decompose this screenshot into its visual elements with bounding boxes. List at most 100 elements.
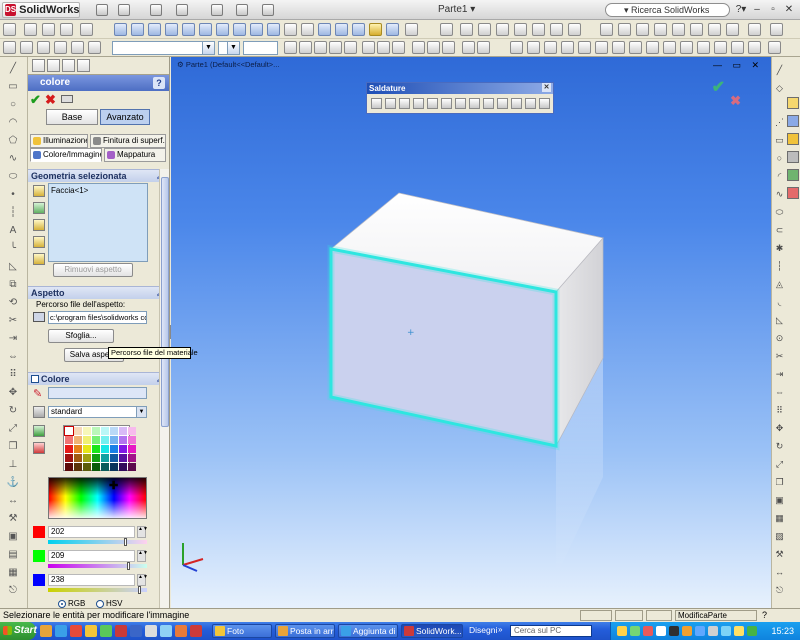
slider-thumb[interactable] [127,562,131,570]
select-body-icon[interactable] [33,219,45,231]
line-color-icon[interactable] [442,41,455,54]
sketch-hatch-icon[interactable]: ▨ [774,531,785,542]
weldment-tool-icon[interactable] [399,98,410,109]
quicklaunch-ie-icon[interactable] [55,625,67,637]
pin-icon[interactable] [61,95,73,103]
feature-5-icon[interactable] [514,23,527,36]
sketch-centerline-icon[interactable]: ┆ [774,261,785,272]
view-dimetric-icon[interactable] [267,23,280,36]
color-swatch[interactable] [128,445,136,453]
color-swatch[interactable] [92,436,100,444]
extend-tool-icon[interactable]: ⇥ [6,333,20,345]
tool-f-icon[interactable] [88,41,101,54]
style-select[interactable]: ▼ [218,41,240,55]
sketch-pattern-icon[interactable]: ⠿ [774,405,785,416]
channel-g-value[interactable]: 209 [48,550,135,562]
color-swatch[interactable] [74,427,82,435]
point-tool-icon[interactable]: • [6,189,20,201]
color-swatch[interactable] [101,436,109,444]
quicklaunch-word-icon[interactable] [130,625,142,637]
task-solidworks[interactable]: SolidWork... [401,624,463,638]
task-pane-home-icon[interactable] [787,97,799,109]
advanced-mode-button[interactable]: Avanzato [100,109,150,125]
color-swatch[interactable] [92,445,100,453]
zebra-icon[interactable] [697,41,710,54]
color-swatch[interactable] [128,463,136,471]
fix-tool-icon[interactable]: ⚓ [6,477,20,489]
channel-g-slider[interactable] [48,564,147,568]
quicklaunch-firefox-icon[interactable] [175,625,187,637]
task-pane-files-icon[interactable] [787,133,799,145]
color-swatch[interactable] [83,436,91,444]
ok-checkmark-icon[interactable]: ✔ [30,92,41,108]
color-swatch[interactable] [110,463,118,471]
view-right-icon[interactable] [182,23,195,36]
confirm-corner-check-icon[interactable]: ✔ [712,77,725,97]
task-mail[interactable]: Posta in arri... [275,624,335,638]
chevron-right-icon[interactable]: » [498,625,502,634]
align-left-icon[interactable] [362,41,375,54]
trim-tool-icon[interactable]: ✂ [6,315,20,327]
weldments-toolbar[interactable]: Saldature ✕ [366,82,554,114]
section-view-icon[interactable] [386,23,399,36]
relation-tool-icon[interactable]: ⊥ [6,459,20,471]
slider-thumb[interactable] [124,538,128,546]
appearance-section-header[interactable]: Aspetto︽ [28,286,169,299]
eyedropper-icon[interactable]: ✎ [33,387,42,400]
weldment-tool-icon[interactable] [385,98,396,109]
task-disegni[interactable]: Disegni [469,625,497,635]
color-swatch[interactable] [74,463,82,471]
measure-icon[interactable] [578,41,591,54]
shaded-icon[interactable] [369,23,382,36]
minimize-icon[interactable]: – [751,3,763,16]
sketch-rotate-icon[interactable]: ↻ [774,441,785,452]
weldment-tool-icon[interactable] [371,98,382,109]
remove-appearance-button[interactable]: Rimuovi aspetto [53,263,133,277]
font-icon[interactable] [284,41,297,54]
sketch-trim-icon[interactable]: ✂ [774,351,785,362]
appearance-manager-tab-icon[interactable] [77,59,90,72]
list-item[interactable]: Faccia<1> [51,186,145,195]
task-pane-library-icon[interactable] [787,115,799,127]
color-swatch[interactable] [101,454,109,462]
channel-r-value[interactable]: 202 [48,526,135,538]
grid-tool-icon[interactable]: ▦ [6,567,20,579]
line-style-icon[interactable] [412,41,425,54]
quicklaunch-media-icon[interactable] [100,625,112,637]
sketch-arc-icon[interactable]: ◜ [774,171,785,182]
zoom-fit-icon[interactable] [284,23,297,36]
task-pane-appearances-icon[interactable] [787,169,799,181]
tab-color-image[interactable]: Colore/Immagine [30,148,102,162]
viewport-window-buttons[interactable]: — ▭ ✕ [713,60,763,71]
color-swatch[interactable] [119,445,127,453]
weldment-tool-icon[interactable] [497,98,508,109]
color-swatch[interactable] [64,426,74,436]
sketch-line-icon[interactable]: ╱ [774,65,785,76]
align-right-icon[interactable] [392,41,405,54]
tray-icon[interactable] [669,626,679,636]
weldment-tool-icon[interactable] [483,98,494,109]
slider-thumb[interactable] [138,586,142,594]
sketch-move-icon[interactable]: ✥ [774,423,785,434]
sketch-lines-icon[interactable]: ⋰ [774,117,785,128]
snap-icon[interactable] [477,41,490,54]
weldment-tool-icon[interactable] [511,98,522,109]
hidden-lines-icon[interactable] [335,23,348,36]
sketch-text-icon[interactable]: ◬ [774,279,785,290]
color-swatch[interactable] [128,436,136,444]
sketch-exit-icon[interactable]: ⎋ [774,585,785,596]
panel-scrollbar[interactable] [159,169,169,608]
mass-icon[interactable] [595,41,608,54]
rebuild-icon[interactable] [262,4,274,16]
convert-tool-icon[interactable]: ⟲ [6,297,20,309]
sketch-block-icon[interactable]: ▣ [774,495,785,506]
tray-icon[interactable] [695,626,705,636]
feature-13-icon[interactable] [672,23,685,36]
confirm-corner-x-icon[interactable]: ✖ [730,93,741,109]
palette-select[interactable]: standard ▼ [48,406,147,418]
feature-18-icon[interactable] [770,23,783,36]
task-pane-view-palette-icon[interactable] [787,151,799,163]
task-browser[interactable]: Aggiunta di ... [338,624,398,638]
geometry-section-header[interactable]: Geometria selezionata︽ [28,169,169,182]
feature-tree-item[interactable]: Parte1 (Default<<Default>... [186,60,280,69]
